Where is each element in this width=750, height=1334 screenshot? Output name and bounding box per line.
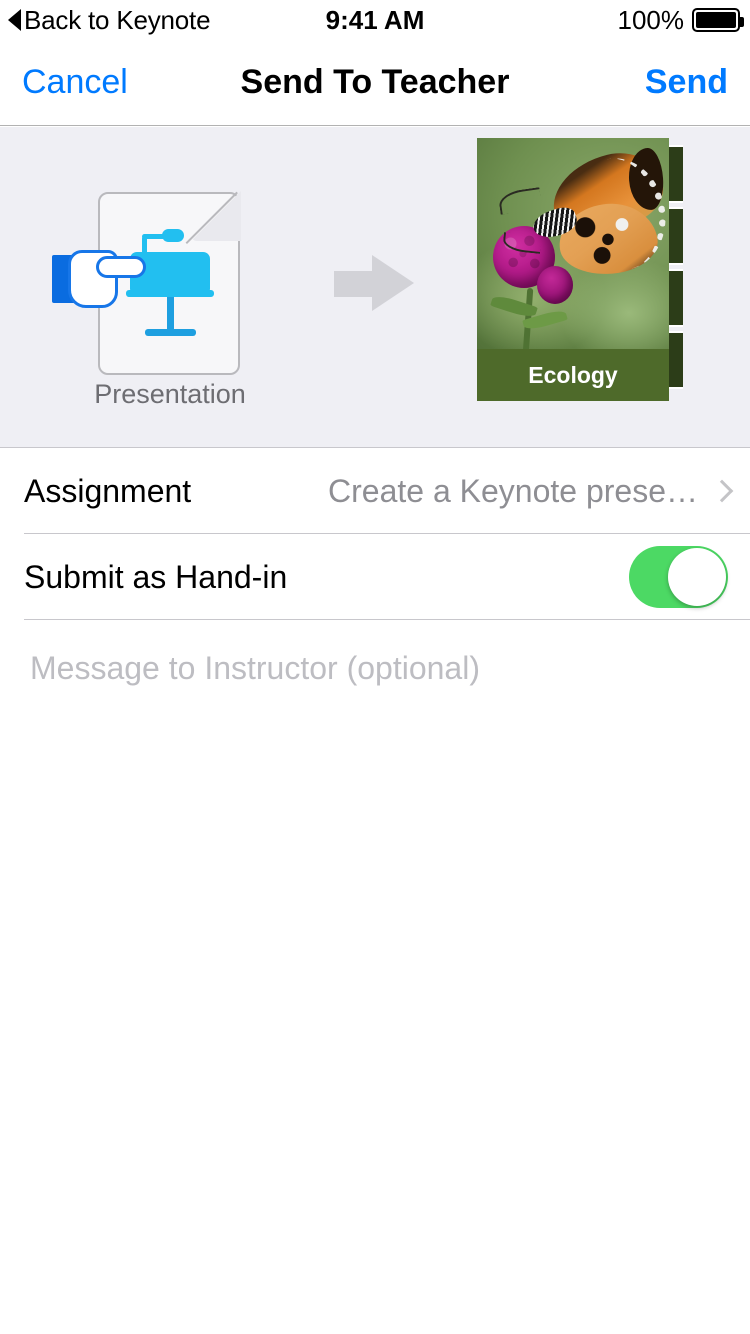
navigation-bar: Cancel Send To Teacher Send [0, 40, 750, 126]
status-bar-battery-group: 100% [617, 4, 744, 36]
presentation-thumbnail: Ecology [460, 138, 700, 408]
battery-full-icon [692, 8, 744, 32]
status-bar: Back to Keynote 9:41 AM 100% [0, 0, 750, 40]
send-to-teacher-screen: Back to Keynote 9:41 AM 100% Cancel Send… [0, 0, 750, 1334]
submit-as-handin-row[interactable]: Submit as Hand-in [0, 534, 750, 620]
send-button[interactable]: Send [645, 63, 728, 102]
transfer-preview-panel: Presentation Ecology [0, 127, 750, 448]
assignment-value: Create a Keynote prese… [328, 472, 698, 509]
message-to-instructor-field[interactable]: Message to Instructor (optional) [0, 620, 750, 716]
arrow-right-icon [334, 255, 414, 311]
submit-as-handin-label: Submit as Hand-in [24, 558, 288, 595]
message-placeholder: Message to Instructor (optional) [30, 649, 480, 686]
source-document-label: Presentation [94, 379, 246, 409]
pointing-hand-icon [52, 250, 146, 308]
keynote-document-icon [52, 191, 241, 375]
butterfly-photo [477, 138, 669, 351]
toggle-knob [668, 548, 726, 606]
chevron-right-icon [710, 479, 734, 503]
page-title: Send To Teacher [240, 63, 510, 101]
assignment-label: Assignment [24, 472, 192, 509]
thumbnail-card: Ecology [477, 138, 669, 401]
form-list: Assignment Create a Keynote prese… Submi… [0, 448, 750, 716]
battery-percent-label: 100% [617, 4, 685, 35]
submit-as-handin-toggle[interactable] [629, 546, 728, 608]
assignment-row[interactable]: Assignment Create a Keynote prese… [0, 448, 750, 534]
thumbnail-title: Ecology [477, 349, 669, 401]
